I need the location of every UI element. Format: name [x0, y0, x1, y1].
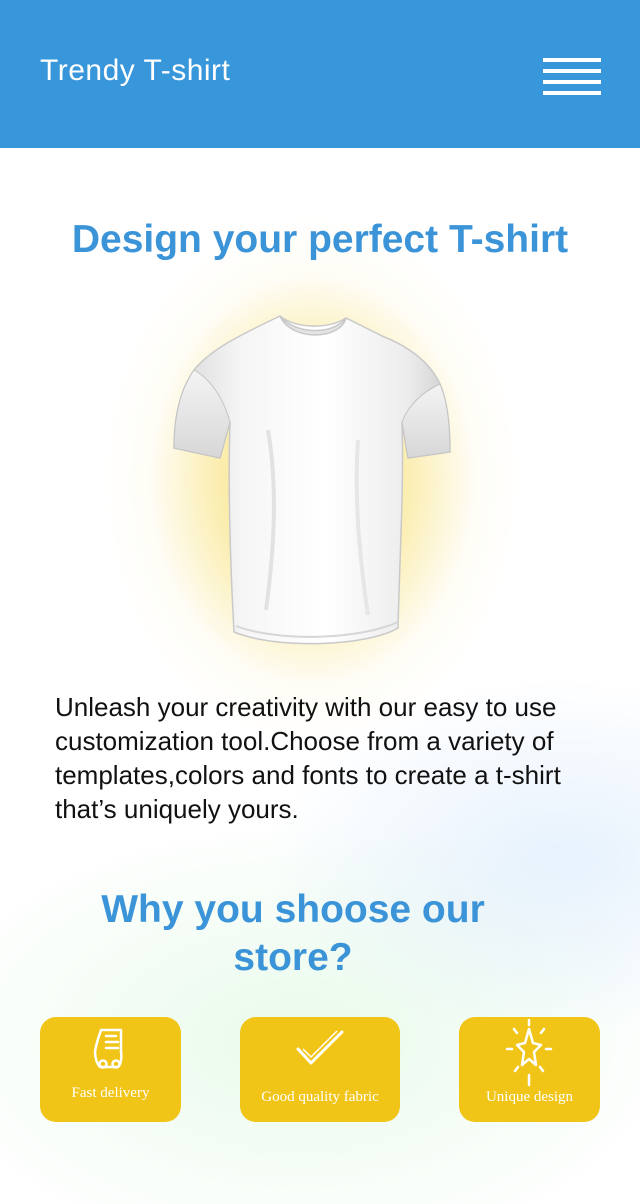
feature-label: Unique design — [485, 1089, 574, 1105]
hero-title: Design your perfect T-shirt — [71, 218, 569, 261]
hero-description: Unleash your creativity with our easy to… — [55, 692, 561, 824]
feature-card-quality-fabric[interactable]: Good quality fabric — [240, 1017, 400, 1122]
checkmark-icon — [296, 1030, 344, 1065]
site-header: Trendy T-shirt — [0, 0, 640, 148]
sparkle-star-icon — [505, 1019, 553, 1087]
delivery-icon — [93, 1028, 123, 1069]
feature-label: Fast delivery — [71, 1085, 150, 1101]
feature-card-unique-design[interactable]: Unique design — [459, 1017, 600, 1122]
feature-card-fast-delivery[interactable]: Fast delivery — [40, 1017, 181, 1122]
hamburger-menu-icon[interactable] — [543, 58, 601, 96]
feature-label: Good quality fabric — [261, 1089, 379, 1105]
why-section-title: Why you shoose our store? — [101, 888, 485, 979]
brand-logo-text[interactable]: Trendy T-shirt — [40, 54, 230, 88]
white-tshirt-image — [173, 315, 451, 645]
